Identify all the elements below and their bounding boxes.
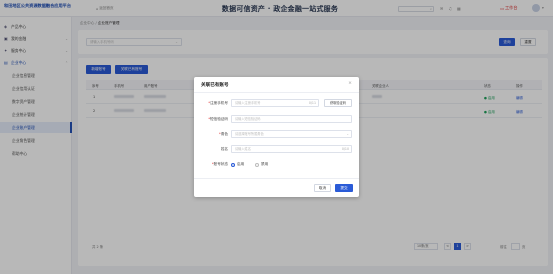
radio-disable[interactable]: 禁用	[255, 162, 268, 167]
phone-label: *注册手机号	[208, 101, 228, 105]
name-input[interactable]: 请输入姓名 0/10	[231, 145, 352, 153]
close-icon[interactable]: ×	[348, 81, 352, 86]
role-select[interactable]: 请选择账号所属角色 ⌄	[231, 130, 352, 138]
radio-enable[interactable]: 启用	[231, 162, 244, 167]
link-account-dialog: 关联已有账号 × *注册手机号 请输入注册手机号 0/11 获取验证码 *短信验…	[194, 77, 359, 197]
sms-code-input[interactable]: 请输入短信验证码	[231, 115, 352, 123]
radio-unchecked-icon	[255, 162, 259, 167]
chevron-down-icon: ⌄	[346, 132, 349, 136]
name-counter: 0/10	[341, 147, 349, 151]
code-label: *短信验证码	[208, 117, 228, 121]
radio-checked-icon	[231, 162, 235, 167]
phone-input[interactable]: 请输入注册手机号 0/11	[231, 99, 319, 107]
dialog-divider	[194, 92, 359, 93]
status-label: *账号状态	[211, 162, 228, 166]
cancel-button[interactable]: 取消	[314, 184, 331, 192]
name-label: 姓名	[220, 147, 228, 151]
phone-counter: 0/11	[308, 101, 316, 105]
get-code-button[interactable]: 获取验证码	[324, 99, 352, 107]
dialog-title: 关联已有账号	[201, 83, 229, 88]
role-label: *角色	[219, 132, 228, 136]
submit-button[interactable]: 提交	[335, 184, 353, 192]
dialog-footer-divider	[194, 178, 359, 179]
